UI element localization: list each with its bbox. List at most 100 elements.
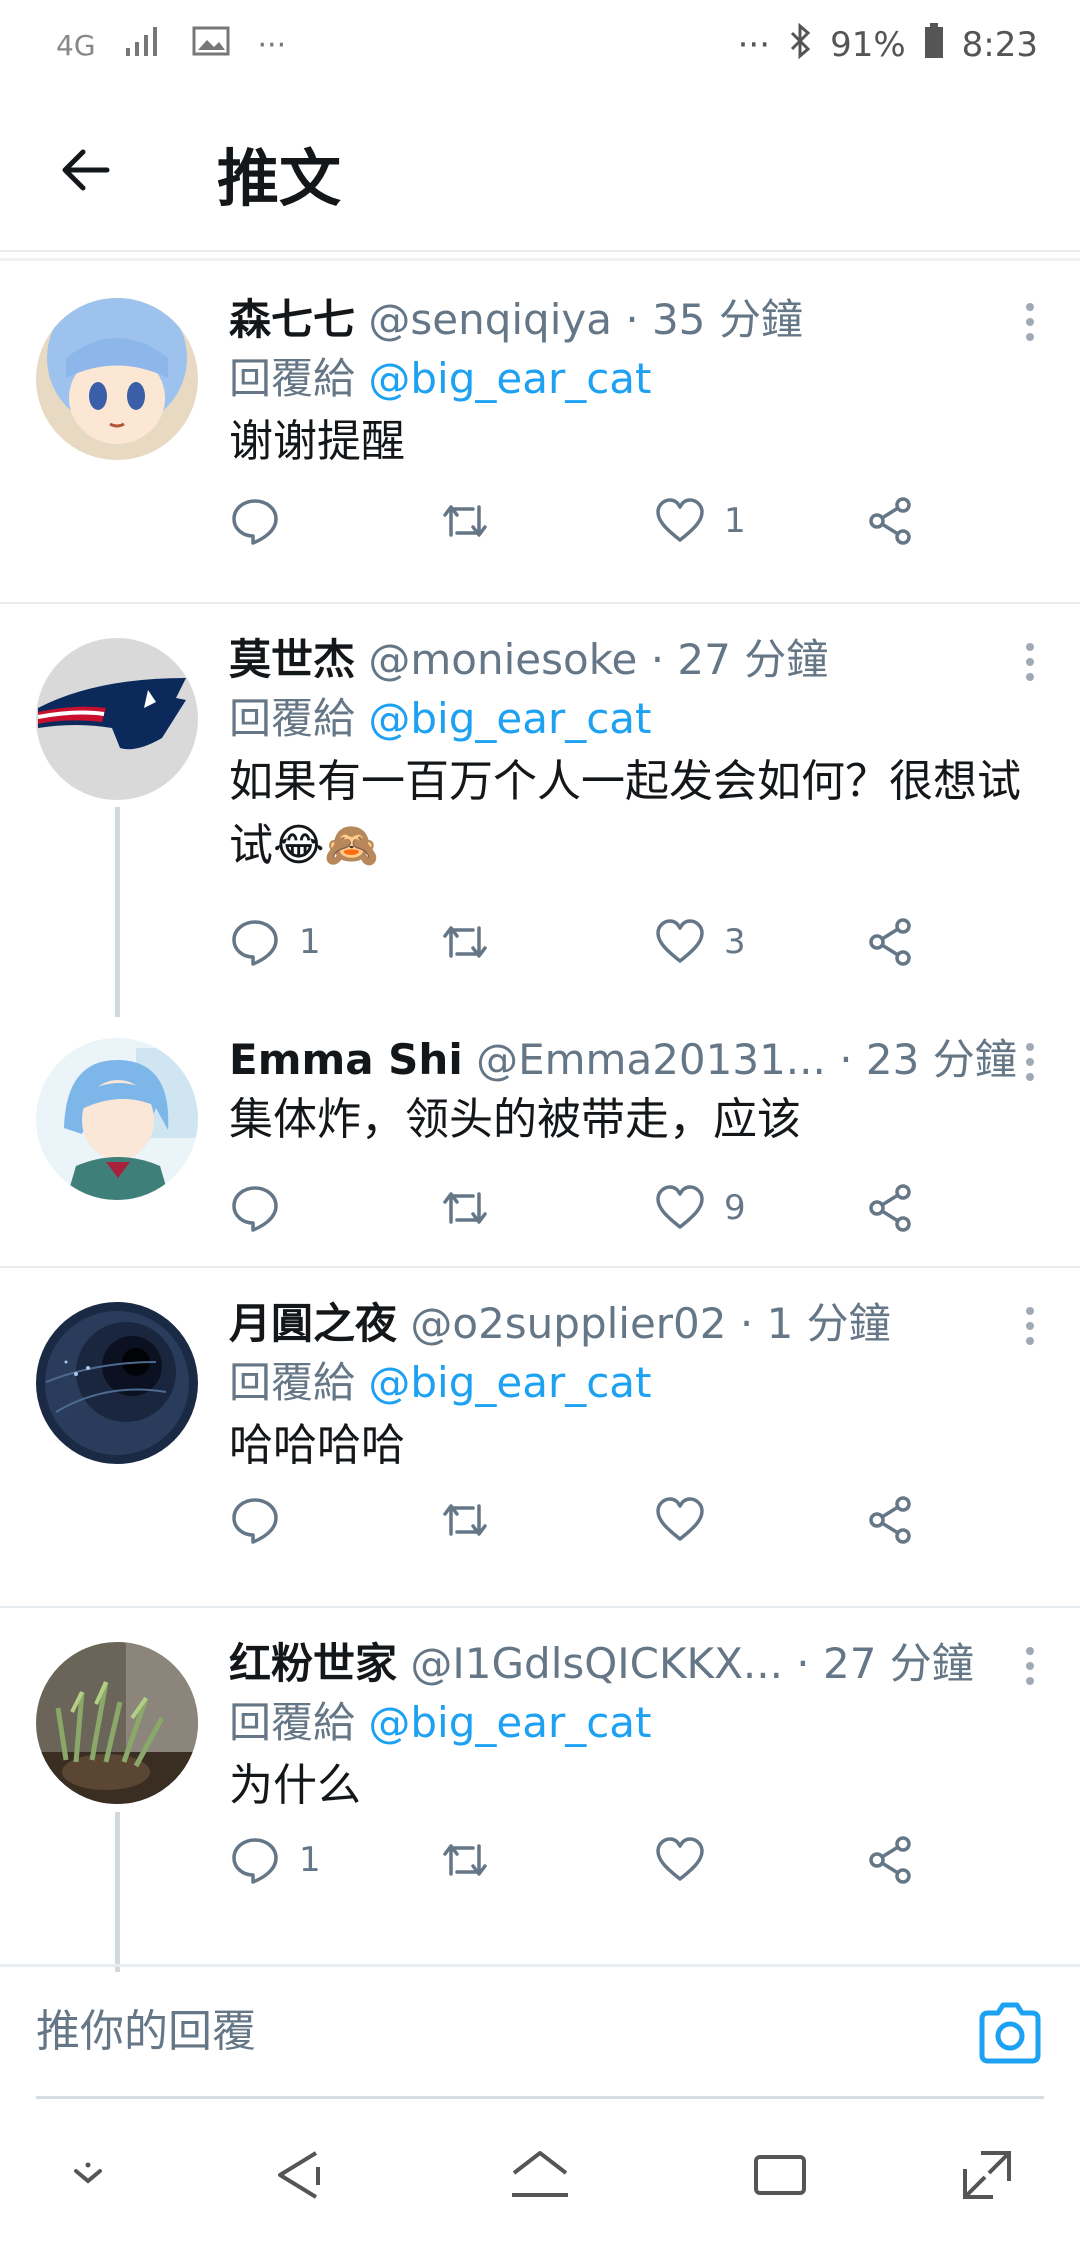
retweet-button[interactable]: [439, 1480, 491, 1560]
back-nav-button[interactable]: [265, 2140, 335, 2210]
camera-button[interactable]: [976, 1999, 1044, 2067]
share-icon: [869, 918, 911, 966]
more-options-button[interactable]: [1010, 1296, 1050, 1356]
like-button[interactable]: 1: [654, 481, 746, 561]
more-dots-icon: ···: [737, 25, 771, 65]
like-button[interactable]: 9: [654, 1168, 746, 1248]
more-options-button[interactable]: [1010, 1032, 1050, 1092]
tweet[interactable]: 红粉世家 @I1GdlsQICKKX... · 27 分鐘 回覆給 @big_e…: [0, 1608, 1080, 1972]
tweet-time: · 27 分鐘: [650, 635, 829, 684]
reply-button[interactable]: [229, 481, 299, 561]
home-nav-button[interactable]: [505, 2140, 575, 2210]
display-name[interactable]: 月圓之夜: [229, 1299, 397, 1348]
display-name[interactable]: 森七七: [229, 295, 355, 344]
retweet-icon: [443, 1844, 487, 1876]
tweet-text: 哈哈哈哈: [229, 1420, 405, 1471]
mention-link[interactable]: @big_ear_cat: [368, 1698, 651, 1747]
home-icon: [512, 2151, 568, 2197]
share-button[interactable]: [865, 902, 917, 982]
more-vert-icon: [1026, 643, 1034, 651]
avatar[interactable]: [36, 298, 198, 460]
display-name[interactable]: 红粉世家: [229, 1639, 397, 1688]
tweet[interactable]: 月圓之夜 @o2supplier02 · 1 分鐘 回覆給 @big_ear_c…: [0, 1268, 1080, 1608]
avatar[interactable]: [36, 1038, 198, 1200]
more-vert-icon: [1026, 1647, 1034, 1655]
image-icon: [192, 25, 230, 65]
avatar[interactable]: [36, 638, 198, 800]
share-button[interactable]: [865, 1480, 917, 1560]
tweet-text: 谢谢提醒: [229, 416, 405, 467]
reply-input[interactable]: 推你的回覆: [36, 1967, 256, 2097]
mention-link[interactable]: @big_ear_cat: [368, 1358, 651, 1407]
tweet-actions: 1 3: [229, 902, 929, 982]
tweet-actions: [229, 1480, 929, 1560]
tweet-actions: 1: [229, 1820, 929, 1900]
tweet[interactable]: 莫世杰 @moniesoke · 27 分鐘 回覆給 @big_ear_cat …: [0, 604, 1080, 1017]
header: 推文: [0, 90, 1080, 252]
more-options-button[interactable]: [1010, 292, 1050, 352]
retweet-button[interactable]: [439, 1820, 491, 1900]
like-count: 3: [724, 922, 746, 962]
share-button[interactable]: [865, 1820, 917, 1900]
reply-button[interactable]: [229, 1480, 299, 1560]
system-nav-bar: [0, 2110, 1080, 2246]
reply-button[interactable]: [229, 1168, 299, 1248]
tweet-actions: 1: [229, 481, 929, 561]
clock: 8:23: [961, 25, 1038, 65]
share-button[interactable]: [865, 1168, 917, 1248]
back-button[interactable]: [50, 135, 120, 205]
like-button[interactable]: 3: [654, 902, 746, 982]
more-vert-icon-dot: [1026, 1073, 1034, 1081]
thread-line: [115, 807, 120, 1017]
like-button[interactable]: [654, 1820, 724, 1900]
heart-icon: [656, 919, 704, 963]
display-name[interactable]: Emma Shi: [229, 1035, 463, 1084]
more-vert-icon-dot: [1026, 1677, 1034, 1685]
display-name[interactable]: 莫世杰: [229, 635, 355, 684]
avatar[interactable]: [36, 1642, 198, 1804]
heart-icon: [656, 498, 704, 542]
retweet-button[interactable]: [439, 902, 491, 982]
heart-icon: [656, 1497, 704, 1541]
retweet-button[interactable]: [439, 1168, 491, 1248]
reply-prefix: 回覆給: [229, 1358, 356, 1407]
expand-nav-button[interactable]: [952, 2140, 1022, 2210]
network-type: 4G: [56, 28, 96, 62]
reply-underline: [36, 2096, 1044, 2099]
tweet-time: · 1 分鐘: [739, 1299, 891, 1348]
tweet[interactable]: Emma Shi @Emma20131... · 23 分鐘 集体炸，领头的被带…: [0, 1004, 1080, 1268]
dropdown-button[interactable]: [53, 2140, 123, 2210]
like-button[interactable]: [654, 1480, 724, 1560]
comment-icon: [232, 1186, 278, 1232]
more-options-button[interactable]: [1010, 1636, 1050, 1696]
comment-icon: [232, 499, 278, 545]
reply-prefix: 回覆給: [229, 694, 356, 743]
battery-icon: [924, 22, 944, 68]
user-handle[interactable]: @I1GdlsQICKKX...: [410, 1639, 783, 1688]
mention-link[interactable]: @big_ear_cat: [368, 354, 651, 403]
tweet-meta: 月圓之夜 @o2supplier02 · 1 分鐘: [229, 1296, 1050, 1352]
user-handle[interactable]: @o2supplier02: [410, 1299, 726, 1348]
retweet-button[interactable]: [439, 481, 491, 561]
mention-link[interactable]: @big_ear_cat: [368, 694, 651, 743]
recents-nav-button[interactable]: [745, 2140, 815, 2210]
retweet-icon: [443, 1504, 487, 1536]
share-icon: [869, 1836, 911, 1884]
tweet-meta: Emma Shi @Emma20131... · 23 分鐘: [229, 1032, 1050, 1088]
camera-icon: [979, 2002, 1041, 2064]
more-vert-icon-dot: [1026, 658, 1034, 666]
user-handle[interactable]: @moniesoke: [368, 635, 637, 684]
share-button[interactable]: [865, 481, 917, 561]
reply-button[interactable]: 1: [229, 902, 321, 982]
dropdown-icon: [74, 2162, 102, 2184]
tweet-actions: 9: [229, 1168, 929, 1248]
reply-to-line: 回覆給 @big_ear_cat: [229, 1692, 1050, 1754]
tweet[interactable]: 森七七 @senqiqiya · 35 分鐘 回覆給 @big_ear_cat …: [0, 262, 1080, 604]
heart-icon: [656, 1185, 704, 1229]
reply-button[interactable]: 1: [229, 1820, 321, 1900]
avatar[interactable]: [36, 1302, 198, 1464]
user-handle[interactable]: @Emma20131...: [476, 1035, 826, 1084]
tweet-time: · 23 分鐘: [839, 1035, 1017, 1084]
user-handle[interactable]: @senqiqiya: [368, 295, 612, 344]
more-options-button[interactable]: [1010, 632, 1050, 692]
